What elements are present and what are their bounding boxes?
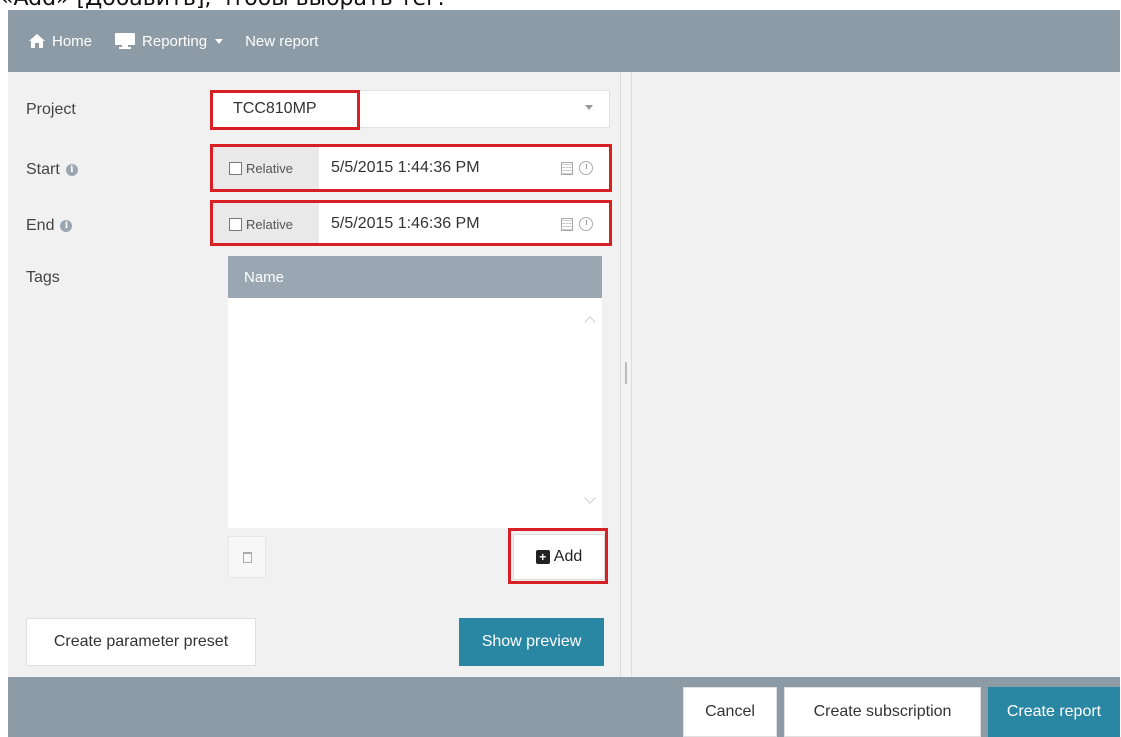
project-value: TCC810MP xyxy=(233,100,317,117)
nav-home[interactable]: Home xyxy=(28,33,92,50)
start-datetime: Relative 5/5/2015 1:44:36 PM xyxy=(210,146,610,190)
end-relative-toggle[interactable]: Relative xyxy=(211,203,319,245)
instruction-caption: «Add» [Добавить], чтобы выбрать тег. xyxy=(0,0,1121,10)
clock-icon[interactable] xyxy=(579,217,593,231)
main-area: Project TCC810MP Start i Relative 5/5/20… xyxy=(8,72,1120,677)
project-label: Project xyxy=(26,101,76,119)
nav-reporting-label: Reporting xyxy=(142,32,208,50)
show-preview-button[interactable]: Show preview xyxy=(459,618,604,666)
caret-down-icon xyxy=(215,38,224,44)
preview-panel xyxy=(633,72,1120,677)
clock-icon[interactable] xyxy=(579,161,593,175)
add-tag-label: Add xyxy=(553,548,583,565)
calendar-icon[interactable] xyxy=(561,217,573,231)
footer-bar: Cancel Create subscription Create report xyxy=(8,677,1120,737)
project-select[interactable]: TCC810MP xyxy=(210,90,610,128)
end-relative-label: Relative xyxy=(246,216,293,232)
nav-new-report-label: New report xyxy=(245,32,319,50)
tags-column-name: Name xyxy=(244,268,285,286)
end-datetime: Relative 5/5/2015 1:46:36 PM xyxy=(210,202,610,246)
panel-splitter[interactable] xyxy=(620,72,632,677)
top-navbar: Home Reporting New report xyxy=(8,10,1120,72)
start-relative-label: Relative xyxy=(246,160,293,176)
nav-reporting[interactable]: Reporting xyxy=(114,32,224,50)
home-icon xyxy=(29,34,45,48)
end-date-input[interactable]: 5/5/2015 1:46:36 PM xyxy=(331,215,561,233)
dropdown-arrow-icon xyxy=(585,105,593,110)
plus-icon: + xyxy=(535,550,550,564)
delete-tag-button[interactable] xyxy=(228,536,266,578)
parameters-panel: Project TCC810MP Start i Relative 5/5/20… xyxy=(8,72,620,677)
info-icon[interactable]: i xyxy=(65,164,78,176)
create-subscription-button[interactable]: Create subscription xyxy=(784,687,981,737)
start-relative-checkbox[interactable] xyxy=(229,161,242,175)
tags-table: Name xyxy=(228,256,602,528)
tags-label-text: Tags xyxy=(26,269,60,286)
cancel-button[interactable]: Cancel xyxy=(683,687,777,737)
add-tag-button[interactable]: + Add xyxy=(513,534,605,580)
start-label: Start i xyxy=(26,161,78,179)
start-relative-toggle[interactable]: Relative xyxy=(211,147,319,189)
end-relative-checkbox[interactable] xyxy=(229,217,242,231)
tags-label: Tags xyxy=(26,269,60,287)
project-label-text: Project xyxy=(26,101,76,118)
calendar-icon[interactable] xyxy=(561,161,573,175)
tags-column-header[interactable]: Name xyxy=(228,256,602,298)
scroll-up-icon[interactable] xyxy=(584,316,596,328)
monitor-icon xyxy=(115,33,136,49)
end-label: End i xyxy=(26,217,73,235)
create-report-button[interactable]: Create report xyxy=(988,687,1120,737)
end-label-text: End xyxy=(26,217,55,234)
nav-home-label: Home xyxy=(52,32,93,50)
nav-new-report[interactable]: New report xyxy=(245,33,318,50)
start-label-text: Start xyxy=(26,161,60,178)
start-date-input[interactable]: 5/5/2015 1:44:36 PM xyxy=(331,159,561,177)
splitter-grip-icon[interactable] xyxy=(625,362,627,384)
scroll-down-icon[interactable] xyxy=(584,492,596,504)
trash-icon xyxy=(242,551,252,563)
create-preset-button[interactable]: Create parameter preset xyxy=(26,618,256,666)
info-icon[interactable]: i xyxy=(60,220,73,232)
